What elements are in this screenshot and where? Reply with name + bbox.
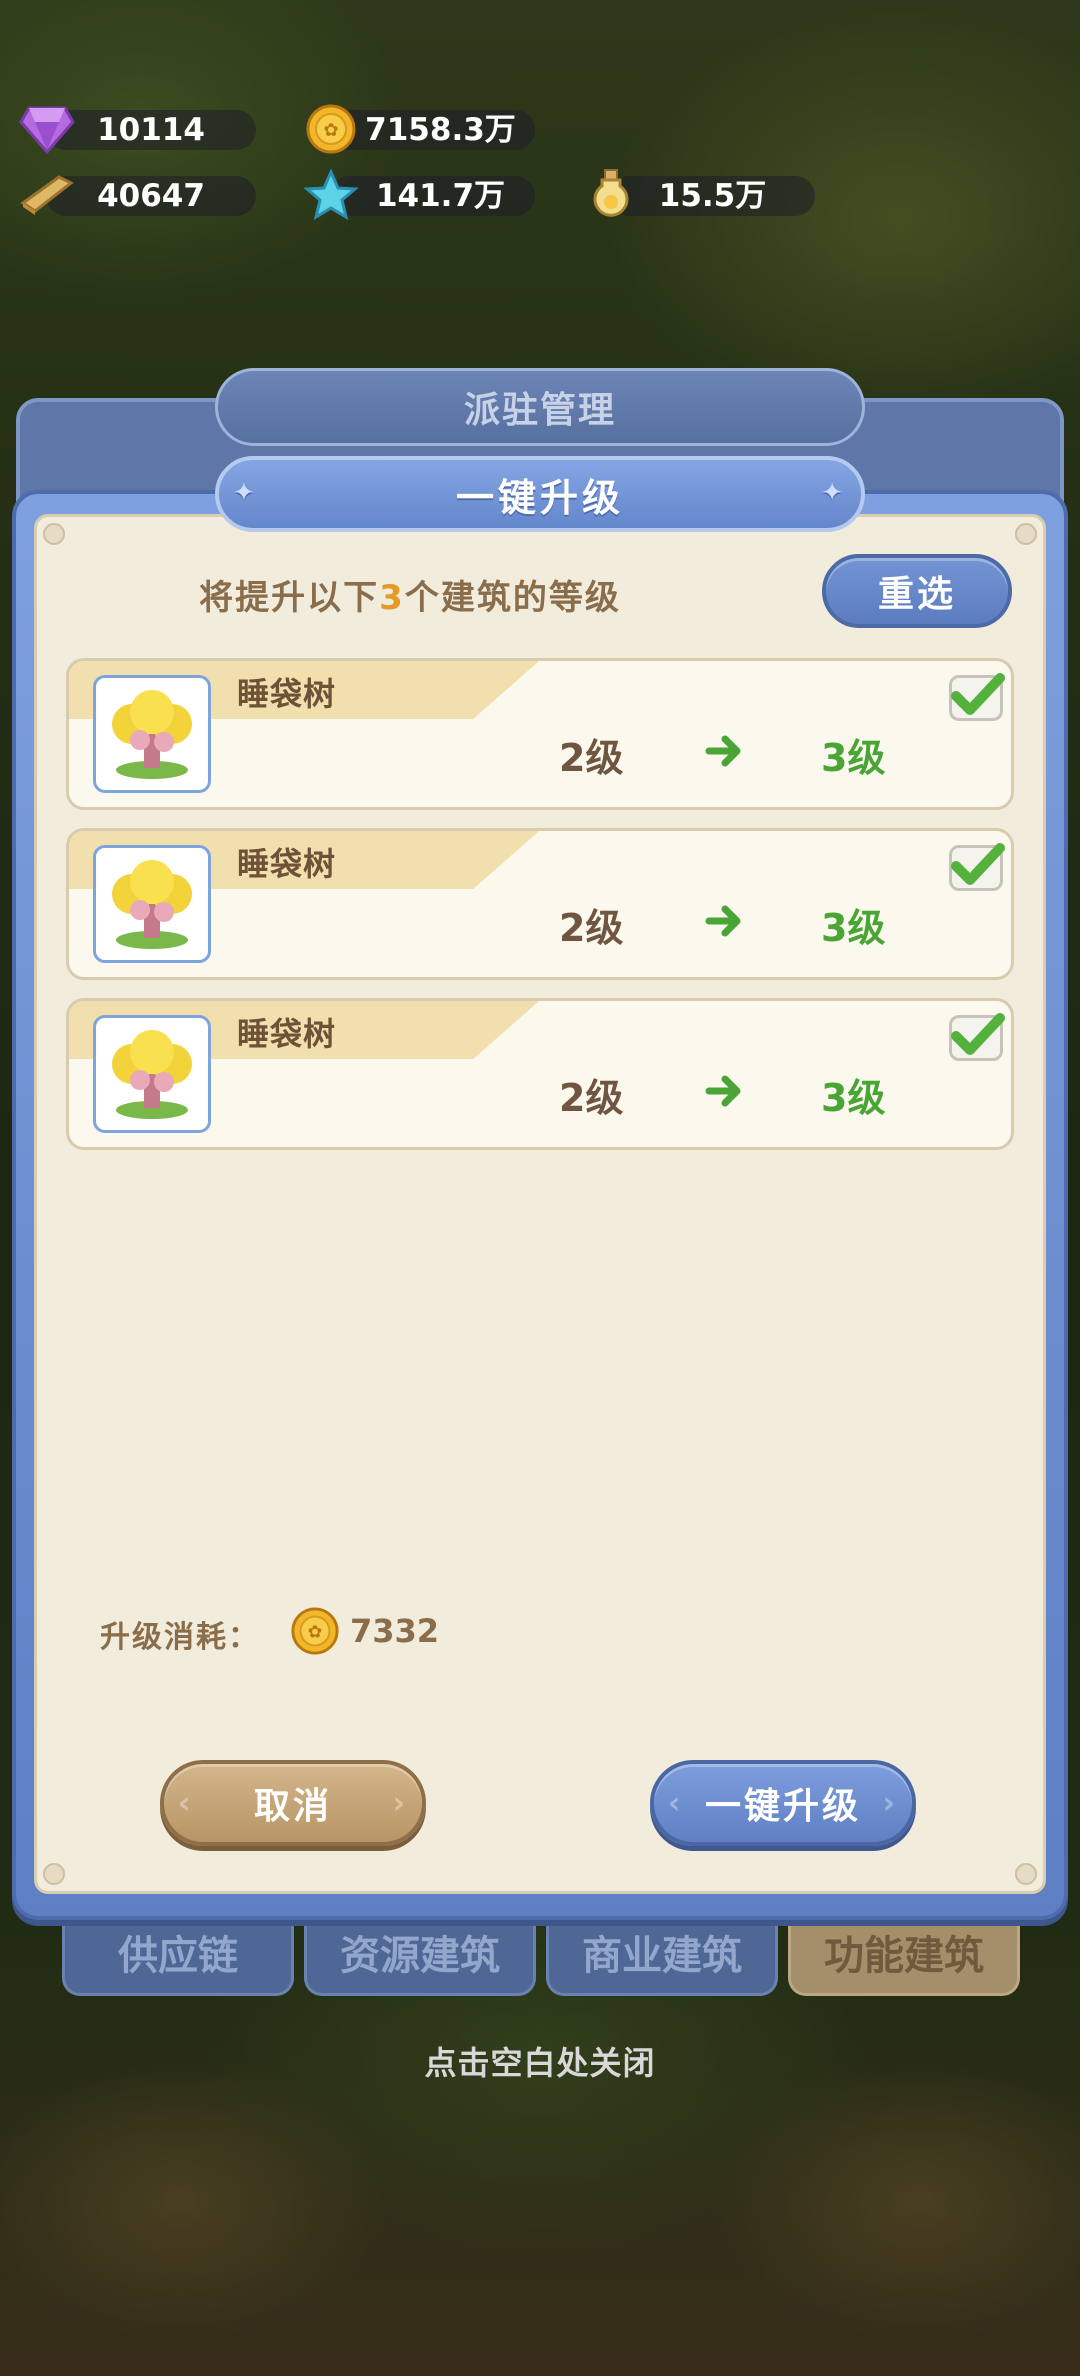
cost-value: 7332: [350, 1612, 440, 1650]
building-name: 睡袋树: [237, 1015, 337, 1053]
building-name: 睡袋树: [237, 675, 337, 713]
dialog-title: ✦ 一键升级 ✦: [215, 456, 865, 532]
current-level: 2级: [559, 1076, 624, 1120]
corner-ornament: [1015, 1863, 1037, 1885]
category-tabs: 供应链 资源建筑 商业建筑 功能建筑: [62, 1904, 1020, 1996]
sparkle-icon: ✦: [233, 478, 259, 508]
one-click-upgrade-button[interactable]: ‹ 一键升级 ›: [650, 1760, 916, 1846]
tab-commercial-buildings[interactable]: 商业建筑: [546, 1910, 778, 1996]
reselect-button[interactable]: 重选: [822, 554, 1012, 628]
arrow-right-icon: [705, 1073, 745, 1113]
tab-resource-buildings[interactable]: 资源建筑: [304, 1904, 536, 1996]
corner-ornament: [1015, 523, 1037, 545]
target-level: 3级: [821, 1076, 886, 1120]
cancel-button[interactable]: ‹ 取消 ›: [160, 1760, 426, 1846]
building-row[interactable]: 睡袋树 2级 3级: [66, 658, 1014, 810]
gold-coin-icon: ✿: [290, 1606, 340, 1660]
background-panel-title: 派驻管理: [215, 368, 865, 446]
checkmark-icon: [951, 1013, 1005, 1055]
sleeping-bag-tree-icon: [93, 845, 211, 963]
tab-function-buildings[interactable]: 功能建筑: [788, 1904, 1020, 1996]
select-checkbox[interactable]: [949, 1013, 1005, 1061]
resource-star: 141.7万: [304, 169, 535, 221]
target-level: 3级: [821, 736, 886, 780]
resource-gold: ✿ 7158.3万: [306, 104, 535, 154]
arrow-right-icon: [705, 903, 745, 943]
building-row[interactable]: 睡袋树 2级 3级: [66, 828, 1014, 980]
cost-label: 升级消耗：: [100, 1620, 260, 1655]
close-hint[interactable]: 点击空白处关闭: [0, 2038, 1080, 2084]
arrow-right-icon: [705, 733, 745, 773]
checkmark-icon: [951, 843, 1005, 885]
current-level: 2级: [559, 736, 624, 780]
sparkle-icon: ✦: [821, 478, 847, 508]
current-level: 2级: [559, 906, 624, 950]
tab-supply-chain[interactable]: 供应链: [62, 1910, 294, 1996]
corner-ornament: [43, 1863, 65, 1885]
resource-wood: 40647: [20, 175, 256, 216]
checkmark-icon: [951, 673, 1005, 715]
resource-diamond: 10114: [19, 106, 256, 154]
sleeping-bag-tree-icon: [93, 675, 211, 793]
sleeping-bag-tree-icon: [93, 1015, 211, 1133]
select-checkbox[interactable]: [949, 843, 1005, 891]
upgrade-summary: 将提升以下3个建筑的等级: [199, 578, 621, 618]
svg-text:✿: ✿: [308, 1623, 323, 1643]
corner-ornament: [43, 523, 65, 545]
resource-potion: 15.5万: [593, 169, 815, 217]
building-name: 睡袋树: [237, 845, 337, 883]
target-level: 3级: [821, 906, 886, 950]
building-row[interactable]: 睡袋树 2级 3级: [66, 998, 1014, 1150]
select-checkbox[interactable]: [949, 673, 1005, 721]
